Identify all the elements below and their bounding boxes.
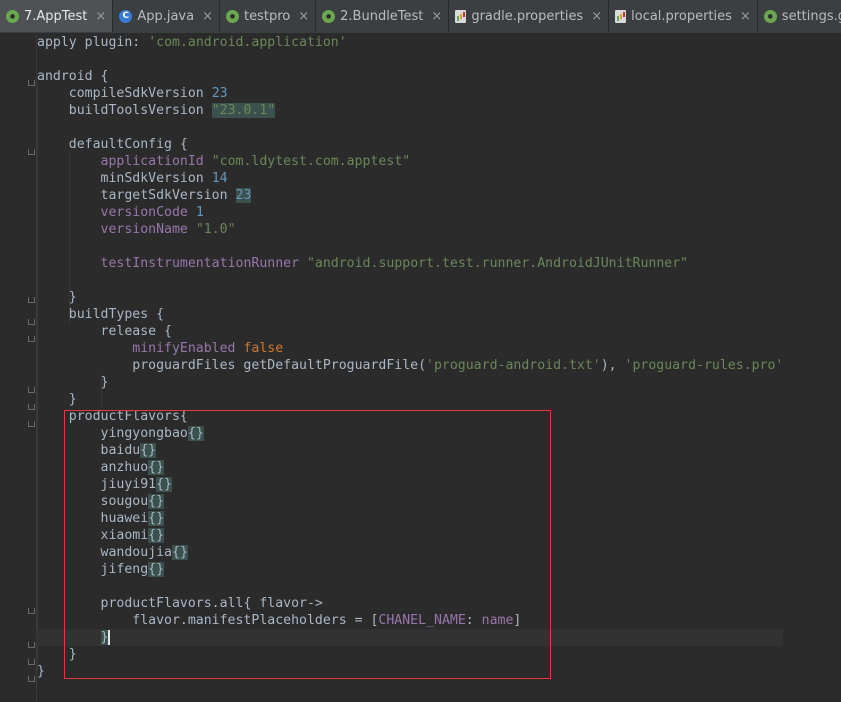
close-icon[interactable]: × [202,9,213,24]
code-content[interactable]: apply plugin: 'com.android.application' … [37,34,784,680]
fold-marker[interactable] [28,676,35,682]
editor-tab-bar: 7.AppTest×CApp.java×testpro×2.BundleTest… [0,0,841,34]
tab-label: testpro [244,8,291,24]
tab-4[interactable]: gradle.properties × [449,0,610,32]
tab-label: 7.AppTest [24,8,88,24]
tab-2[interactable]: testpro × [220,0,317,32]
close-icon[interactable]: × [431,9,442,24]
tab-label: gradle.properties [471,8,584,24]
fold-marker[interactable] [28,659,35,665]
close-icon[interactable]: × [298,9,309,24]
fold-marker[interactable] [28,387,35,393]
fold-marker[interactable] [28,404,35,410]
tab-0[interactable]: 7.AppTest × [0,0,114,32]
tab-label: settings.gradle [781,8,841,24]
tab-label: 2.BundleTest [340,8,424,24]
fold-marker[interactable] [28,297,35,303]
close-icon[interactable]: × [740,9,751,24]
fold-marker[interactable] [28,319,35,325]
gradle-icon [763,9,777,23]
fold-marker[interactable] [28,336,35,342]
fold-marker[interactable] [28,149,35,155]
properties-file-icon [615,9,627,23]
code-line: apply plugin: 'com.android.application' [37,35,347,50]
properties-file-icon [455,9,467,23]
tab-5[interactable]: local.properties × [609,0,758,32]
close-icon[interactable]: × [591,9,602,24]
code-editor[interactable]: apply plugin: 'com.android.application' … [0,34,841,702]
gradle-icon [322,9,336,23]
tab-6[interactable]: settings.gradle× [758,0,841,32]
tab-1[interactable]: C App.java × [113,0,220,32]
fold-marker[interactable] [28,608,35,614]
fold-marker[interactable] [28,421,35,427]
gradle-icon [6,9,19,23]
fold-marker[interactable] [28,642,35,648]
java-class-icon: C [119,9,133,23]
tab-3[interactable]: 2.BundleTest × [316,0,450,32]
gradle-icon [226,9,239,23]
fold-marker[interactable] [28,80,35,86]
tab-label: local.properties [631,8,732,24]
tab-label: App.java [137,8,195,24]
close-icon[interactable]: × [95,9,106,24]
